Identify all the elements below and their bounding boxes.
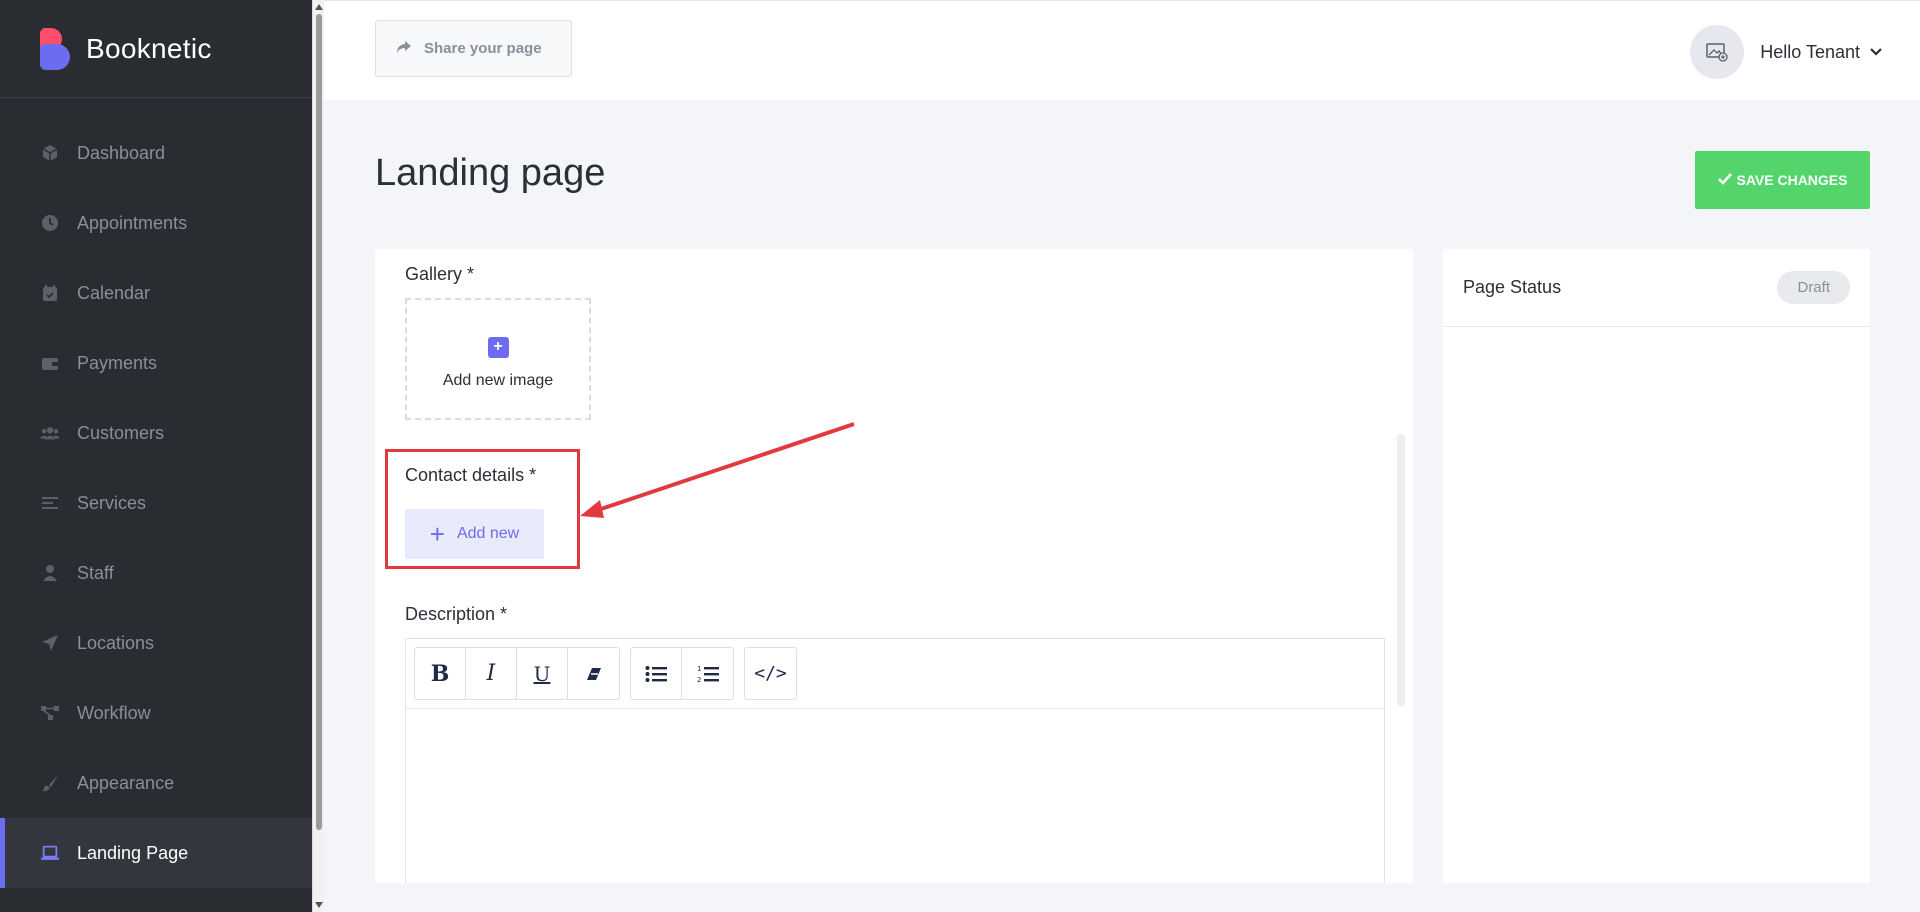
sidebar-item-label: Appearance	[77, 772, 175, 793]
workflow-icon	[40, 703, 60, 723]
svg-text:2: 2	[697, 676, 701, 684]
wallet-icon	[40, 353, 60, 373]
form-scrollbar[interactable]	[1397, 434, 1405, 706]
page-status-title: Page Status	[1463, 277, 1562, 297]
share-page-button[interactable]: Share your page	[375, 20, 572, 77]
share-icon	[396, 40, 412, 58]
box-icon	[40, 143, 60, 163]
sidebar-item-appointments[interactable]: Appointments	[0, 188, 312, 258]
sidebar-item-label: Appointments	[77, 212, 188, 233]
share-page-label: Share your page	[424, 40, 542, 57]
page-scrollbar[interactable]	[312, 0, 324, 912]
clock-icon	[40, 213, 60, 233]
sidebar-item-label: Customers	[77, 422, 165, 443]
italic-button[interactable]: I	[466, 648, 517, 699]
format-group: B I U	[414, 647, 620, 700]
avatar[interactable]	[1690, 25, 1745, 79]
add-image-label: Add new image	[442, 371, 554, 389]
clear-format-button[interactable]	[568, 648, 619, 699]
sidebar-item-customers[interactable]: Customers	[0, 398, 312, 468]
profile-image-icon	[1706, 43, 1728, 62]
list-icon	[40, 493, 60, 513]
user-menu[interactable]: Hello Tenant	[1690, 25, 1882, 79]
page-title: Landing page	[375, 152, 606, 194]
description-editor: B I U 12 </>	[405, 638, 1385, 883]
sidebar-item-label: Services	[77, 492, 147, 513]
annotation-arrow-icon	[580, 422, 855, 518]
users-icon	[40, 423, 60, 443]
sidebar-item-services[interactable]: Services	[0, 468, 312, 538]
eraser-icon	[586, 667, 601, 680]
logo[interactable]: Booknetic	[0, 0, 312, 98]
sidebar-item-calendar[interactable]: Calendar	[0, 258, 312, 328]
sidebar-nav: Dashboard Appointments Calendar Payments…	[0, 98, 312, 888]
sidebar-item-label: Calendar	[77, 282, 151, 303]
app-name: Booknetic	[86, 32, 212, 64]
list-group: 12	[630, 647, 734, 700]
add-image-dropzone[interactable]: + Add new image	[405, 298, 591, 420]
annotation-highlight-box	[385, 449, 580, 569]
save-changes-button[interactable]: SAVE CHANGES	[1695, 151, 1870, 209]
scrollbar-thumb[interactable]	[316, 14, 322, 830]
page-status-panel: Page Status Draft	[1443, 249, 1870, 883]
logo-mark-icon	[38, 27, 72, 70]
sidebar-item-label: Dashboard	[77, 142, 166, 163]
sidebar-item-workflow[interactable]: Workflow	[0, 678, 312, 748]
svg-text:1: 1	[697, 665, 701, 673]
location-arrow-icon	[40, 633, 60, 653]
sidebar: Booknetic Dashboard Appointments Calenda…	[0, 0, 312, 912]
sidebar-item-label: Locations	[77, 632, 155, 653]
underline-button[interactable]: U	[517, 648, 568, 699]
sidebar-item-appearance[interactable]: Appearance	[0, 748, 312, 818]
sidebar-item-label: Payments	[77, 352, 158, 373]
sidebar-item-dashboard[interactable]: Dashboard	[0, 118, 312, 188]
code-group: </>	[744, 647, 797, 700]
bullet-list-button[interactable]	[631, 648, 682, 699]
sidebar-item-landing-page[interactable]: Landing Page	[0, 818, 312, 888]
save-changes-label: SAVE CHANGES	[1736, 172, 1848, 188]
user-icon	[40, 563, 60, 583]
chevron-down-icon[interactable]	[1870, 43, 1882, 61]
sidebar-item-payments[interactable]: Payments	[0, 328, 312, 398]
scroll-down-icon[interactable]	[315, 902, 323, 908]
page-status-header: Page Status Draft	[1443, 249, 1870, 327]
editor-toolbar: B I U 12 </>	[406, 639, 1384, 709]
user-greeting: Hello Tenant	[1760, 41, 1860, 62]
description-label: Description *	[405, 604, 508, 624]
gallery-label: Gallery *	[405, 264, 475, 284]
brush-icon	[40, 773, 60, 793]
laptop-icon	[40, 843, 60, 863]
sidebar-item-label: Workflow	[77, 702, 151, 723]
sidebar-item-label: Staff	[77, 562, 114, 583]
calendar-icon	[40, 283, 60, 303]
sidebar-item-locations[interactable]: Locations	[0, 608, 312, 678]
bold-button[interactable]: B	[415, 648, 466, 699]
top-header: Share your page Hello Tenant	[324, 0, 1920, 100]
check-icon	[1717, 172, 1732, 188]
plus-square-icon: +	[487, 336, 509, 358]
numbered-list-button[interactable]: 12	[682, 648, 733, 699]
sidebar-item-staff[interactable]: Staff	[0, 538, 312, 608]
code-view-button[interactable]: </>	[745, 648, 796, 699]
numbered-list-icon: 12	[697, 665, 719, 684]
bullet-list-icon	[645, 665, 667, 682]
scroll-up-icon[interactable]	[315, 4, 323, 10]
sidebar-item-label: Landing Page	[77, 842, 189, 863]
status-badge: Draft	[1777, 271, 1850, 304]
